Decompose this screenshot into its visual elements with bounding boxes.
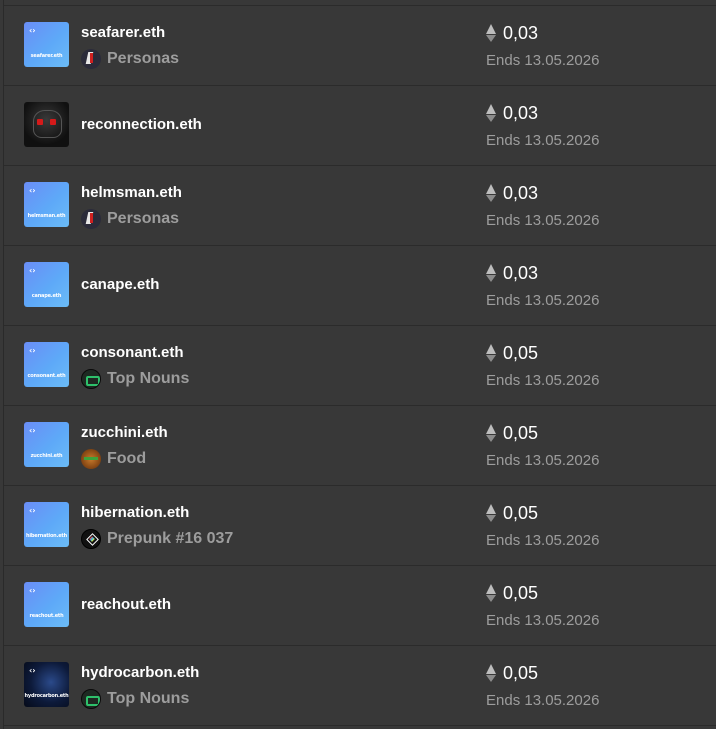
ens-logo-icon: ‹› xyxy=(29,586,36,595)
price-value: 0,03 xyxy=(503,182,539,203)
collection-tag[interactable]: Top Nouns xyxy=(81,369,189,389)
ethereum-icon xyxy=(486,24,496,42)
price-value: 0,05 xyxy=(503,342,539,363)
domain-name[interactable]: helmsman.eth xyxy=(81,184,182,201)
collection-name: Prepunk #16 037 xyxy=(107,530,234,547)
domain-name[interactable]: canape.eth xyxy=(81,276,159,293)
end-date: Ends 13.05.2026 xyxy=(486,372,600,389)
price: 0,03 xyxy=(486,102,538,124)
collection-tag[interactable]: Prepunk #16 037 xyxy=(81,529,233,549)
price: 0,05 xyxy=(486,502,538,524)
price-value: 0,03 xyxy=(503,102,539,123)
end-date: Ends 13.05.2026 xyxy=(486,132,600,149)
thumbnail-label: hydrocarbon.eth xyxy=(24,693,69,699)
end-date: Ends 13.05.2026 xyxy=(486,532,600,549)
red-eyes-icon xyxy=(37,119,56,127)
ethereum-icon xyxy=(486,504,496,522)
nouns-icon xyxy=(81,689,101,709)
domain-name[interactable]: consonant.eth xyxy=(81,344,184,361)
ens-logo-icon: ‹› xyxy=(29,186,36,195)
thumbnail-label: seafarer.eth xyxy=(30,53,63,59)
price-value: 0,05 xyxy=(503,582,539,603)
price: 0,05 xyxy=(486,582,538,604)
collection-tag[interactable]: Top Nouns xyxy=(81,689,189,709)
listing-row[interactable]: ‹› hibernation.eth hibernation.eth Prepu… xyxy=(4,486,716,566)
domain-name[interactable]: hydrocarbon.eth xyxy=(81,664,199,681)
price-value: 0,03 xyxy=(503,22,539,43)
prepunk-icon xyxy=(81,529,101,549)
ethereum-icon xyxy=(486,104,496,122)
domain-thumbnail[interactable] xyxy=(24,102,69,147)
end-date: Ends 13.05.2026 xyxy=(486,452,600,469)
listing-row[interactable]: ‹› reachout.eth reachout.eth 0,05 Ends 1… xyxy=(4,566,716,646)
end-date: Ends 13.05.2026 xyxy=(486,212,600,229)
nouns-icon xyxy=(81,369,101,389)
ens-logo-icon: ‹› xyxy=(29,666,36,675)
ethereum-icon xyxy=(486,584,496,602)
thumbnail-label: reachout.eth xyxy=(29,613,64,619)
listing-list: ‹› seafarer.eth seafarer.eth Personas 0,… xyxy=(3,0,716,729)
listing-row[interactable]: reconnection.eth 0,03 Ends 13.05.2026 xyxy=(4,86,716,166)
end-date: Ends 13.05.2026 xyxy=(486,292,600,309)
food-icon xyxy=(81,449,101,469)
thumbnail-label: consonant.eth xyxy=(27,373,66,379)
price-value: 0,03 xyxy=(503,262,539,283)
listing-row[interactable]: ‹› zucchini.eth zucchini.eth Food 0,05 E… xyxy=(4,406,716,486)
ens-logo-icon: ‹› xyxy=(29,266,36,275)
price-value: 0,05 xyxy=(503,662,539,683)
collection-tag[interactable]: Food xyxy=(81,449,146,469)
listing-row[interactable]: ‹› hydrocarbon.eth hydrocarbon.eth Top N… xyxy=(4,646,716,726)
price-value: 0,05 xyxy=(503,502,539,523)
end-date: Ends 13.05.2026 xyxy=(486,612,600,629)
personas-icon xyxy=(81,209,101,229)
listing-row[interactable]: ‹› helmsman.eth helmsman.eth Personas 0,… xyxy=(4,166,716,246)
domain-thumbnail[interactable]: ‹› zucchini.eth xyxy=(24,422,69,467)
thumbnail-label: helmsman.eth xyxy=(27,213,66,219)
domain-name[interactable]: hibernation.eth xyxy=(81,504,189,521)
thumbnail-label: hibernation.eth xyxy=(26,533,67,539)
domain-name[interactable]: reachout.eth xyxy=(81,596,171,613)
listing-row[interactable]: ‹› canape.eth canape.eth 0,03 Ends 13.05… xyxy=(4,246,716,326)
domain-thumbnail[interactable]: ‹› helmsman.eth xyxy=(24,182,69,227)
ethereum-icon xyxy=(486,664,496,682)
price: 0,03 xyxy=(486,262,538,284)
ethereum-icon xyxy=(486,184,496,202)
price: 0,05 xyxy=(486,662,538,684)
collection-tag[interactable]: Personas xyxy=(81,49,179,69)
collection-name: Top Nouns xyxy=(107,690,190,707)
domain-thumbnail[interactable]: ‹› hibernation.eth xyxy=(24,502,69,547)
collection-name: Personas xyxy=(107,210,180,227)
thumbnail-label: zucchini.eth xyxy=(30,453,63,459)
domain-thumbnail[interactable]: ‹› reachout.eth xyxy=(24,582,69,627)
ethereum-icon xyxy=(486,424,496,442)
price: 0,05 xyxy=(486,342,538,364)
price: 0,05 xyxy=(486,422,538,444)
ens-logo-icon: ‹› xyxy=(29,346,36,355)
listing-row[interactable]: ‹› consonant.eth consonant.eth Top Nouns… xyxy=(4,326,716,406)
personas-icon xyxy=(81,49,101,69)
ens-logo-icon: ‹› xyxy=(29,426,36,435)
ens-logo-icon: ‹› xyxy=(29,26,36,35)
ens-logo-icon: ‹› xyxy=(29,506,36,515)
end-date: Ends 13.05.2026 xyxy=(486,52,600,69)
price: 0,03 xyxy=(486,22,538,44)
domain-name[interactable]: reconnection.eth xyxy=(81,116,202,133)
collection-tag[interactable]: Personas xyxy=(81,209,179,229)
ethereum-icon xyxy=(486,344,496,362)
collection-name: Food xyxy=(107,450,147,467)
collection-name: Personas xyxy=(107,50,180,67)
collection-name: Top Nouns xyxy=(107,370,190,387)
price-value: 0,05 xyxy=(503,422,539,443)
domain-name[interactable]: seafarer.eth xyxy=(81,24,165,41)
thumbnail-label: canape.eth xyxy=(31,293,62,299)
domain-thumbnail[interactable]: ‹› hydrocarbon.eth xyxy=(24,662,69,707)
domain-thumbnail[interactable]: ‹› canape.eth xyxy=(24,262,69,307)
domain-thumbnail[interactable]: ‹› consonant.eth xyxy=(24,342,69,387)
ethereum-icon xyxy=(486,264,496,282)
domain-thumbnail[interactable]: ‹› seafarer.eth xyxy=(24,22,69,67)
end-date: Ends 13.05.2026 xyxy=(486,692,600,709)
price: 0,03 xyxy=(486,182,538,204)
listing-row[interactable]: ‹› seafarer.eth seafarer.eth Personas 0,… xyxy=(4,6,716,86)
domain-name[interactable]: zucchini.eth xyxy=(81,424,168,441)
